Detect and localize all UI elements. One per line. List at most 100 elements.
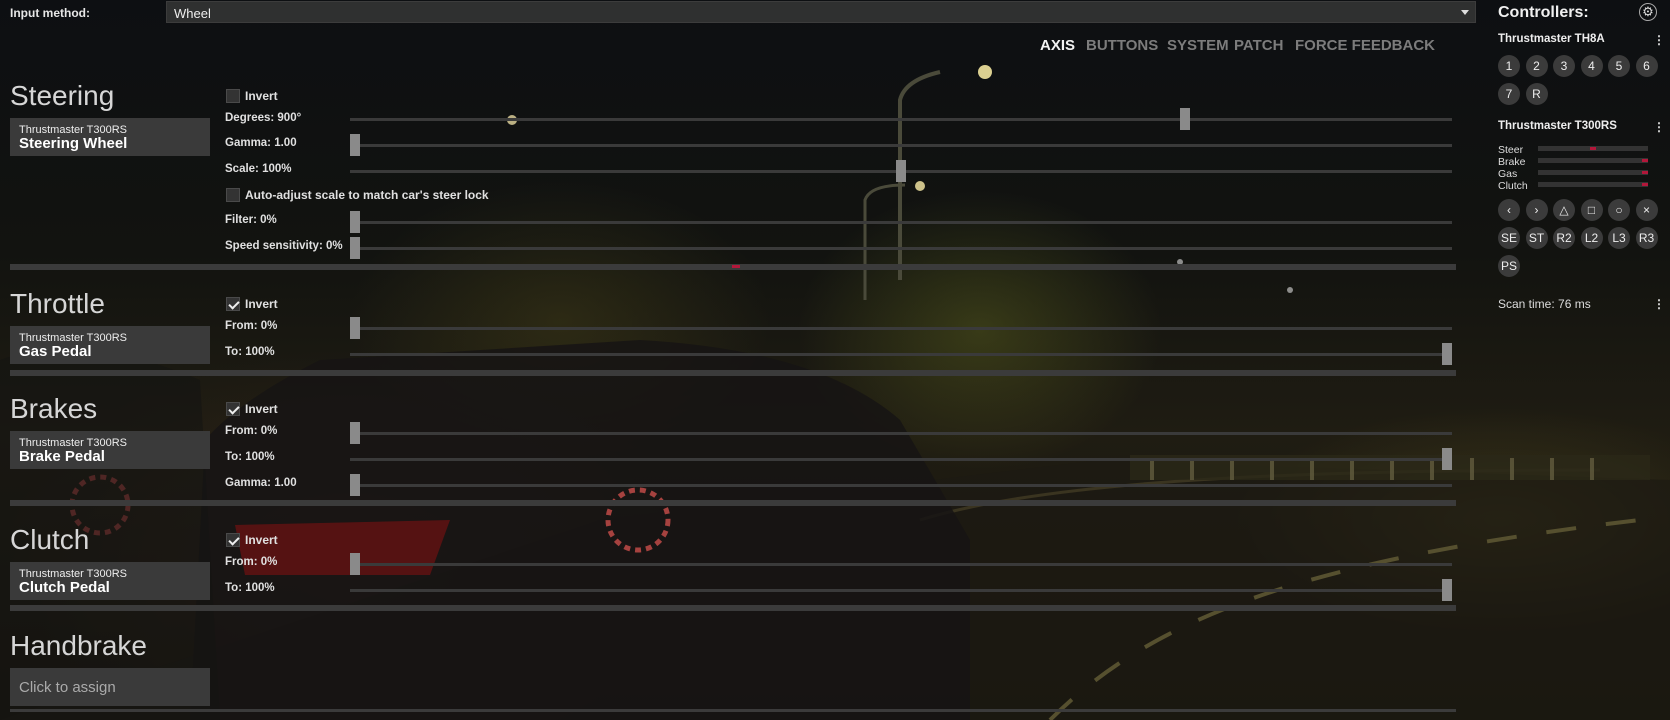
t300rs-button-left: ‹ xyxy=(1498,199,1520,221)
th8a-menu-icon[interactable]: ⋮ xyxy=(1653,34,1665,46)
brakes-from-slider[interactable] xyxy=(350,432,1452,435)
steering-speed-slider[interactable] xyxy=(350,247,1452,250)
clutch-from-thumb[interactable] xyxy=(350,553,360,575)
tab-bar: AXIS BUTTONS SYSTEM PATCH FORCE FEEDBACK xyxy=(1040,37,1435,57)
steering-autoadjust-label: Auto-adjust scale to match car's steer l… xyxy=(245,188,489,202)
steering-filter-slider[interactable] xyxy=(350,221,1452,224)
steering-autoadjust-checkbox[interactable] xyxy=(226,188,240,202)
throttle-to-label: To: 100% xyxy=(225,346,275,358)
steering-invert-checkbox[interactable] xyxy=(226,89,240,103)
steering-gamma-label: Gamma: 1.00 xyxy=(225,137,297,149)
clutch-device-box[interactable]: Thrustmaster T300RS Clutch Pedal xyxy=(10,562,210,600)
chevron-down-icon xyxy=(1461,10,1469,15)
tab-axis[interactable]: AXIS xyxy=(1040,37,1075,54)
t300rs-button-st: ST xyxy=(1525,227,1548,249)
input-method-bar: Input method: Wheel xyxy=(0,0,1480,26)
brakes-invert-checkbox[interactable] xyxy=(226,402,240,416)
th8a-button: 6 xyxy=(1635,55,1658,77)
brakes-gamma-thumb[interactable] xyxy=(350,474,360,496)
steering-filter-thumb[interactable] xyxy=(350,211,360,233)
throttle-from-thumb[interactable] xyxy=(350,317,360,339)
tab-patch[interactable]: PATCH xyxy=(1234,37,1283,54)
steering-title: Steering xyxy=(10,80,115,111)
th8a-button: 7 xyxy=(1498,83,1520,105)
throttle-from-label: From: 0% xyxy=(225,320,278,332)
clutch-to-thumb[interactable] xyxy=(1442,579,1452,601)
controllers-title: Controllers: xyxy=(1498,4,1589,21)
axis-steer-meter xyxy=(1538,146,1648,151)
steering-speed-label: Speed sensitivity: 0% xyxy=(225,240,343,252)
brakes-device-name: Brake Pedal xyxy=(19,448,105,465)
th8a-device-title: Thrustmaster TH8A xyxy=(1498,33,1605,45)
gear-icon[interactable]: ⚙ xyxy=(1639,3,1657,21)
clutch-input-meter xyxy=(10,605,1456,611)
t300rs-device-title: Thrustmaster T300RS xyxy=(1498,120,1617,132)
axis-clutch-marker xyxy=(1642,183,1648,186)
throttle-invert-label: Invert xyxy=(245,297,278,311)
throttle-invert-checkbox[interactable] xyxy=(226,297,240,311)
tab-force-feedback[interactable]: FORCE FEEDBACK xyxy=(1295,37,1435,54)
throttle-input-meter xyxy=(10,370,1456,376)
clutch-invert-checkbox[interactable] xyxy=(226,533,240,547)
throttle-from-slider[interactable] xyxy=(350,327,1452,330)
t300rs-button-right: › xyxy=(1525,199,1548,221)
axis-gas-marker xyxy=(1642,171,1648,174)
steering-degrees-thumb[interactable] xyxy=(1179,108,1190,130)
throttle-device-name: Gas Pedal xyxy=(19,343,92,360)
steering-invert-label: Invert xyxy=(245,89,278,103)
clutch-invert-label: Invert xyxy=(245,533,278,547)
clutch-from-label: From: 0% xyxy=(225,556,278,568)
clutch-to-label: To: 100% xyxy=(225,582,275,594)
brakes-from-label: From: 0% xyxy=(225,425,278,437)
steering-filter-label: Filter: 0% xyxy=(225,214,277,226)
handbrake-assign-box[interactable]: Click to assign xyxy=(10,668,210,706)
th8a-button: 2 xyxy=(1525,55,1548,77)
brakes-input-meter xyxy=(10,500,1456,506)
throttle-to-thumb[interactable] xyxy=(1442,343,1452,365)
brakes-invert-label: Invert xyxy=(245,402,278,416)
steering-device-box[interactable]: Thrustmaster T300RS Steering Wheel xyxy=(10,118,210,156)
axis-clutch-label: Clutch xyxy=(1498,180,1528,192)
handbrake-assign-text: Click to assign xyxy=(19,679,116,696)
t300rs-button-se: SE xyxy=(1498,227,1520,249)
axis-steer-label: Steer xyxy=(1498,144,1524,156)
brakes-gamma-slider[interactable] xyxy=(350,484,1452,487)
scan-menu-icon[interactable]: ⋮ xyxy=(1653,298,1665,310)
steering-gamma-slider[interactable] xyxy=(350,144,1452,147)
steering-input-meter xyxy=(10,264,1456,270)
th8a-button: 3 xyxy=(1553,55,1575,77)
input-method-label: Input method: xyxy=(10,6,90,20)
th8a-button: 1 xyxy=(1498,55,1520,77)
t300rs-button-ps: PS xyxy=(1498,255,1520,277)
steering-speed-thumb[interactable] xyxy=(350,237,360,259)
brakes-to-thumb[interactable] xyxy=(1442,448,1452,470)
controllers-panel: Controllers: ⚙ Thrustmaster TH8A ⋮ 1 2 3… xyxy=(1490,0,1670,720)
brakes-to-label: To: 100% xyxy=(225,451,275,463)
steering-scale-thumb[interactable] xyxy=(896,160,906,182)
th8a-button: R xyxy=(1525,83,1548,105)
steering-degrees-slider[interactable] xyxy=(350,118,1452,121)
tab-buttons[interactable]: BUTTONS xyxy=(1086,37,1158,54)
brakes-title: Brakes xyxy=(10,393,98,424)
brakes-from-thumb[interactable] xyxy=(350,422,360,444)
throttle-to-slider[interactable] xyxy=(350,353,1452,356)
axis-brake-label: Brake xyxy=(1498,156,1526,168)
clutch-title: Clutch xyxy=(10,524,90,555)
axis-clutch-meter xyxy=(1538,182,1648,187)
t300rs-menu-icon[interactable]: ⋮ xyxy=(1653,121,1665,133)
input-method-select[interactable]: Wheel xyxy=(166,1,1476,23)
tab-system[interactable]: SYSTEM xyxy=(1167,37,1229,54)
clutch-from-slider[interactable] xyxy=(350,563,1452,566)
throttle-device-box[interactable]: Thrustmaster T300RS Gas Pedal xyxy=(10,326,210,364)
th8a-button: 5 xyxy=(1608,55,1630,77)
t300rs-button-cross: × xyxy=(1635,199,1658,221)
clutch-to-slider[interactable] xyxy=(350,589,1452,592)
steering-gamma-thumb[interactable] xyxy=(350,134,360,156)
brakes-device-box[interactable]: Thrustmaster T300RS Brake Pedal xyxy=(10,431,210,469)
t300rs-button-square: □ xyxy=(1580,199,1603,221)
t300rs-button-l3: L3 xyxy=(1608,227,1630,249)
t300rs-button-circle: ○ xyxy=(1608,199,1630,221)
steering-scale-label: Scale: 100% xyxy=(225,163,292,175)
brakes-to-slider[interactable] xyxy=(350,458,1452,461)
t300rs-button-triangle: △ xyxy=(1553,199,1575,221)
